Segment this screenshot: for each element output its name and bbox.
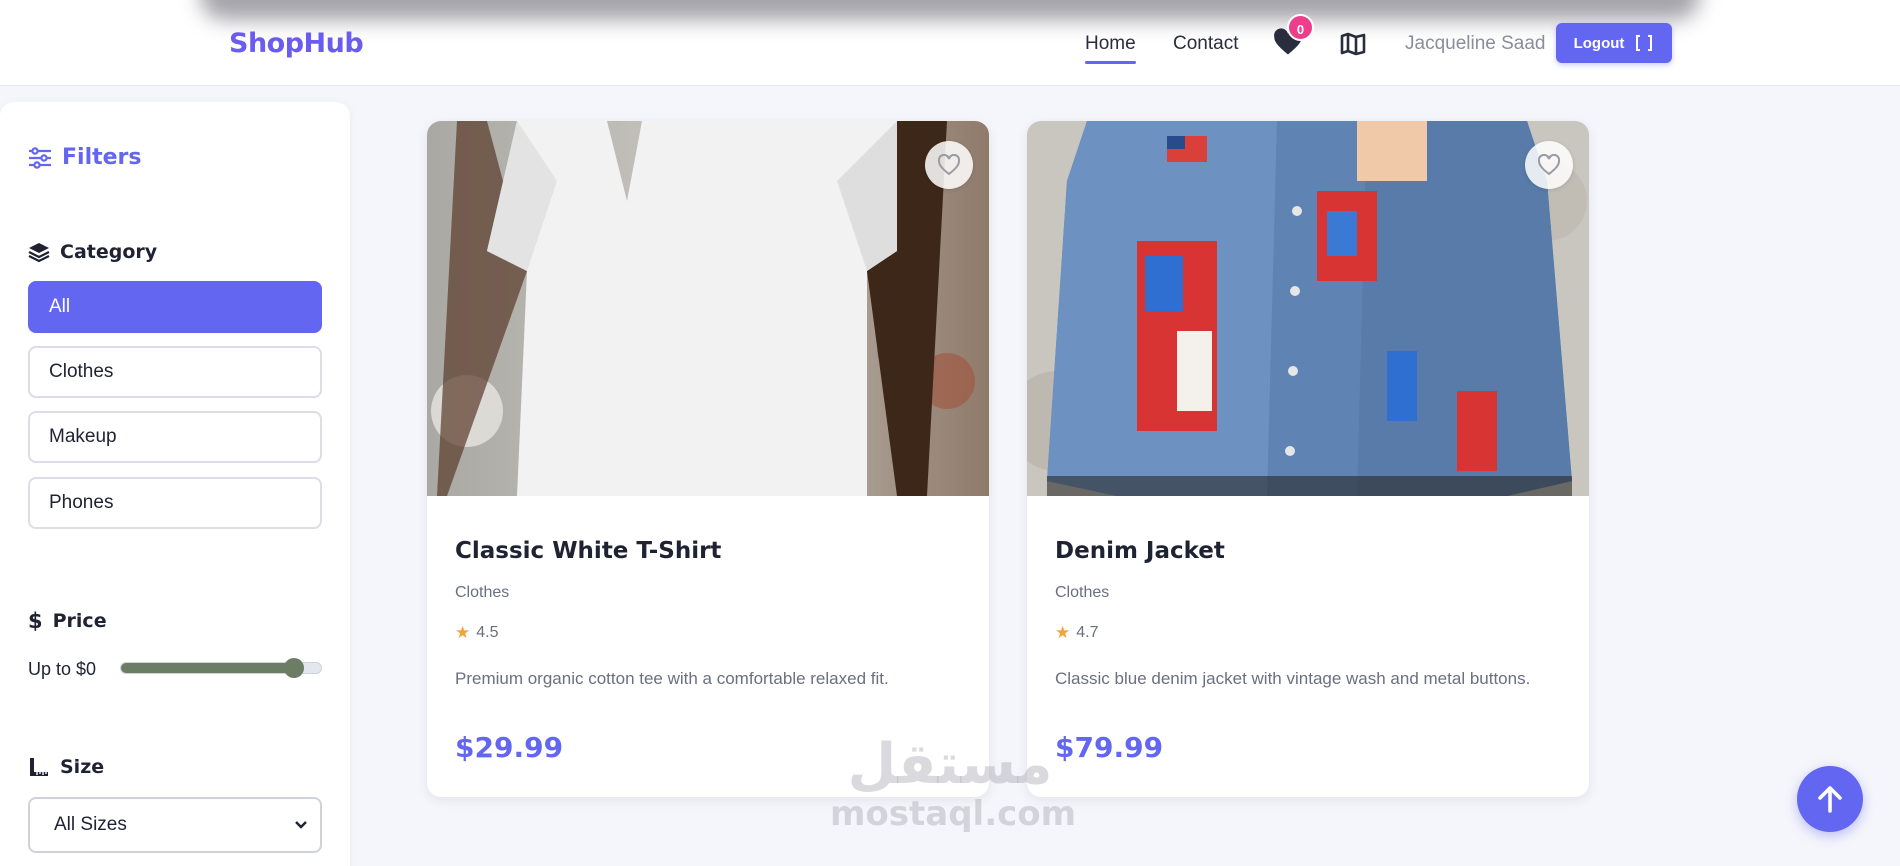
- watermark-latin: mostaql.com: [830, 794, 1077, 834]
- price-slider-fill: [121, 663, 293, 673]
- arrow-up-icon: [1818, 786, 1842, 813]
- filters-heading: Filters: [28, 145, 142, 170]
- rating-value: 4.7: [1076, 624, 1099, 641]
- favorite-button[interactable]: [1525, 141, 1573, 189]
- star-icon: ★: [455, 623, 471, 642]
- ruler-icon: [30, 758, 48, 776]
- size-heading: Size: [28, 756, 104, 778]
- product-category: Clothes: [455, 584, 510, 601]
- product-name[interactable]: Classic White T-Shirt: [455, 538, 721, 564]
- active-nav-indicator: [1085, 61, 1136, 64]
- product-price: $29.99: [455, 731, 564, 764]
- logout-button[interactable]: Logout: [1556, 23, 1672, 63]
- logout-label: Logout: [1573, 34, 1625, 52]
- product-rating: ★ 4.5: [455, 623, 499, 643]
- watermark: مستقل mostaql.com: [830, 732, 1077, 834]
- product-description: Classic blue denim jacket with vintage w…: [1055, 669, 1531, 688]
- category-heading: Category: [28, 241, 157, 263]
- chevron-down-icon: [295, 821, 307, 829]
- category-phones-button[interactable]: Phones: [28, 477, 322, 529]
- filters-title: Filters: [62, 145, 142, 170]
- size-select[interactable]: All Sizes: [28, 797, 322, 853]
- brand-logo[interactable]: ShopHub: [229, 28, 364, 59]
- overlay-shadow: [200, 0, 1700, 20]
- heart-outline-icon: [1537, 154, 1561, 176]
- product-rating: ★ 4.7: [1055, 623, 1099, 643]
- product-card[interactable]: Classic White T-Shirt Clothes ★ 4.5 Prem…: [427, 121, 989, 797]
- star-icon: ★: [1055, 623, 1071, 642]
- product-description: Premium organic cotton tee with a comfor…: [455, 669, 889, 688]
- favorite-button[interactable]: [925, 141, 973, 189]
- dollar-icon: $: [28, 609, 43, 633]
- product-card[interactable]: Denim Jacket Clothes ★ 4.7 Classic blue …: [1027, 121, 1589, 797]
- price-heading: $ Price: [28, 609, 107, 633]
- price-slider-thumb[interactable]: [283, 658, 304, 678]
- product-category: Clothes: [1055, 584, 1110, 601]
- layers-icon: [28, 243, 50, 263]
- price-title: Price: [52, 610, 107, 632]
- product-price: $79.99: [1055, 731, 1164, 764]
- watermark-arabic: مستقل: [847, 732, 1053, 797]
- category-all-button[interactable]: All: [28, 281, 322, 333]
- size-title: Size: [60, 756, 105, 778]
- map-icon: [1340, 32, 1366, 56]
- category-makeup-button[interactable]: Makeup: [28, 411, 322, 463]
- logout-icon: [1636, 35, 1653, 51]
- price-value-label: Up to $0: [28, 659, 97, 679]
- product-image: [427, 121, 989, 496]
- nav-link-contact[interactable]: Contact: [1173, 33, 1238, 55]
- wishlist-count-badge: 0: [1287, 14, 1314, 41]
- heart-outline-icon: [937, 154, 961, 176]
- product-image: [1027, 121, 1589, 496]
- category-title: Category: [60, 241, 158, 263]
- user-name: Jacqueline Saad: [1405, 33, 1546, 54]
- product-name[interactable]: Denim Jacket: [1055, 538, 1225, 564]
- map-button[interactable]: [1340, 32, 1366, 56]
- category-clothes-button[interactable]: Clothes: [28, 346, 322, 398]
- sliders-icon: [29, 146, 51, 169]
- scroll-to-top-button[interactable]: [1797, 766, 1863, 832]
- size-selected-value: All Sizes: [54, 814, 127, 835]
- nav-link-home[interactable]: Home: [1085, 33, 1136, 55]
- rating-value: 4.5: [476, 624, 499, 641]
